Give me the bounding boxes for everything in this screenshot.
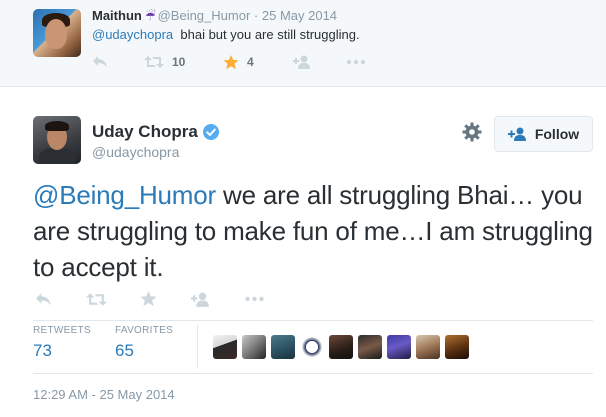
- favorite-button[interactable]: 4: [223, 52, 254, 72]
- main-author-avatar[interactable]: [33, 116, 81, 164]
- follow-user-button[interactable]: [293, 52, 313, 72]
- star-icon: [223, 54, 239, 69]
- more-icon: [346, 59, 366, 65]
- stats-bottom-divider: [33, 373, 593, 374]
- reply-tweet-header: Maithun ☔ @Being_Humor · 25 May 2014: [92, 8, 337, 23]
- favorites-label: FAVORITES: [115, 325, 174, 336]
- main-author-name[interactable]: Uday Chopra: [92, 122, 198, 142]
- main-tweet-text: @Being_Humor we are all struggling Bhai……: [33, 177, 599, 285]
- reply-mention-link[interactable]: @udaychopra: [92, 27, 173, 42]
- reply-button[interactable]: [92, 52, 108, 72]
- retweet-icon: [144, 56, 164, 68]
- main-retweet-button[interactable]: [86, 289, 107, 309]
- reply-icon: [36, 292, 51, 306]
- retweet-icon: [86, 292, 107, 306]
- favoriter-avatar[interactable]: [271, 335, 295, 359]
- gear-icon[interactable]: [462, 122, 482, 142]
- follow-icon: [293, 55, 310, 69]
- favoriter-avatar[interactable]: [242, 335, 266, 359]
- main-more-button[interactable]: [244, 289, 265, 309]
- retweets-value: 73: [33, 341, 52, 360]
- more-button[interactable]: [346, 52, 366, 72]
- favoriter-avatar[interactable]: [387, 335, 411, 359]
- umbrella-icon: ☔: [144, 9, 156, 23]
- verified-badge-icon: [202, 124, 219, 140]
- favorite-count: 4: [247, 55, 254, 69]
- main-author-name-row: Uday Chopra: [92, 122, 219, 142]
- favorites-stat[interactable]: FAVORITES 65: [115, 325, 173, 361]
- meta-separator: ·: [253, 8, 259, 23]
- retweets-stat[interactable]: RETWEETS 73: [33, 325, 91, 361]
- reply-body-text: bhai but you are still struggling.: [180, 27, 360, 42]
- follow-icon: [191, 292, 209, 307]
- more-icon: [245, 296, 264, 302]
- favorites-value: 65: [115, 341, 134, 360]
- favoriter-avatar[interactable]: [213, 335, 237, 359]
- reply-tweet-text: @udaychopra bhai but you are still strug…: [92, 27, 360, 42]
- main-mention-link[interactable]: @Being_Humor: [33, 180, 216, 210]
- reply-author-name[interactable]: Maithun: [92, 8, 142, 23]
- favoriter-avatar[interactable]: [416, 335, 440, 359]
- follow-button[interactable]: Follow: [494, 116, 593, 152]
- favoriter-avatar[interactable]: [358, 335, 382, 359]
- follow-button-label: Follow: [534, 126, 580, 142]
- add-user-icon: [507, 127, 526, 141]
- reply-tweet[interactable]: Maithun ☔ @Being_Humor · 25 May 2014 @uday…: [0, 0, 606, 87]
- main-favorite-button[interactable]: [140, 289, 157, 309]
- retweet-button[interactable]: 10: [144, 52, 185, 72]
- favoriter-avatar[interactable]: [445, 335, 469, 359]
- reply-icon: [93, 56, 107, 68]
- main-reply-button[interactable]: [35, 289, 52, 309]
- main-tweet-actions: [33, 289, 293, 311]
- star-icon: [140, 291, 157, 307]
- main-author-handle[interactable]: @udaychopra: [92, 144, 179, 160]
- tweet-timestamp[interactable]: 12:29 AM - 25 May 2014: [33, 387, 175, 402]
- retweet-count: 10: [172, 55, 186, 69]
- reply-author-avatar[interactable]: [33, 9, 81, 57]
- main-follow-user-button[interactable]: [191, 289, 212, 309]
- retweets-label: RETWEETS: [33, 325, 91, 336]
- stats-separator: [197, 325, 198, 369]
- reply-date[interactable]: 25 May 2014: [262, 8, 337, 23]
- reply-author-handle[interactable]: @Being_Humor: [158, 8, 251, 23]
- stats-top-divider: [33, 320, 593, 321]
- favoriter-avatar[interactable]: [329, 335, 353, 359]
- favoriter-avatar[interactable]: [300, 335, 324, 359]
